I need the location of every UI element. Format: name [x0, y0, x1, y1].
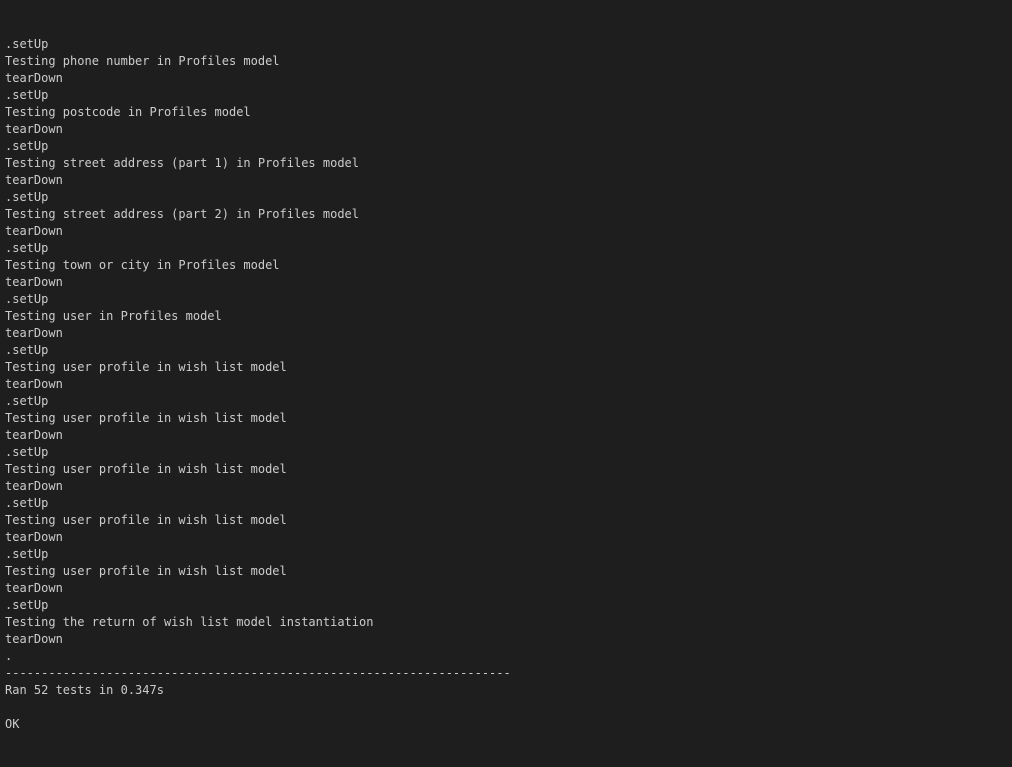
terminal-line: .setUp	[5, 496, 49, 510]
terminal-line: Testing user profile in wish list model	[5, 564, 287, 578]
terminal-line: OK	[5, 717, 20, 731]
terminal-line: .setUp	[5, 37, 49, 51]
terminal-line: Testing phone number in Profiles model	[5, 54, 280, 68]
terminal-scrollback: .setUp Testing phone number in Profiles m…	[5, 36, 1012, 733]
terminal-line: tearDown	[5, 326, 63, 340]
terminal-line: tearDown	[5, 428, 63, 442]
terminal-line: .setUp	[5, 394, 49, 408]
terminal-line: tearDown	[5, 224, 63, 238]
terminal-line: tearDown	[5, 122, 63, 136]
terminal-line: .setUp	[5, 241, 49, 255]
terminal-line: Testing postcode in Profiles model	[5, 105, 251, 119]
terminal-line: .setUp	[5, 190, 49, 204]
terminal-line: Testing town or city in Profiles model	[5, 258, 280, 272]
terminal-line: tearDown	[5, 632, 63, 646]
terminal-line: Testing street address (part 1) in Profi…	[5, 156, 360, 170]
terminal-line: Testing user profile in wish list model	[5, 360, 287, 374]
terminal-line: Testing user in Profiles model	[5, 309, 222, 323]
terminal-output-pane[interactable]: .setUp Testing phone number in Profiles m…	[0, 0, 1012, 767]
terminal-line: Ran 52 tests in 0.347s	[5, 683, 164, 697]
terminal-line: .setUp	[5, 445, 49, 459]
terminal-line: tearDown	[5, 377, 63, 391]
terminal-line: .setUp	[5, 598, 49, 612]
terminal-line: Testing user profile in wish list model	[5, 462, 287, 476]
terminal-line: tearDown	[5, 479, 63, 493]
terminal-line: .setUp	[5, 292, 49, 306]
terminal-line: tearDown	[5, 275, 63, 289]
terminal-line: tearDown	[5, 173, 63, 187]
terminal-line: Testing user profile in wish list model	[5, 411, 287, 425]
terminal-line: .setUp	[5, 88, 49, 102]
terminal-line: .setUp	[5, 139, 49, 153]
terminal-line: Testing the return of wish list model in…	[5, 615, 374, 629]
terminal-line: tearDown	[5, 71, 63, 85]
terminal-line: ----------------------------------------…	[5, 666, 511, 680]
terminal-line: .setUp	[5, 547, 49, 561]
terminal-line: tearDown	[5, 530, 63, 544]
terminal-line: .	[5, 649, 13, 663]
terminal-line: tearDown	[5, 581, 63, 595]
terminal-line: Testing user profile in wish list model	[5, 513, 287, 527]
terminal-line: Testing street address (part 2) in Profi…	[5, 207, 360, 221]
terminal-line: .setUp	[5, 343, 49, 357]
